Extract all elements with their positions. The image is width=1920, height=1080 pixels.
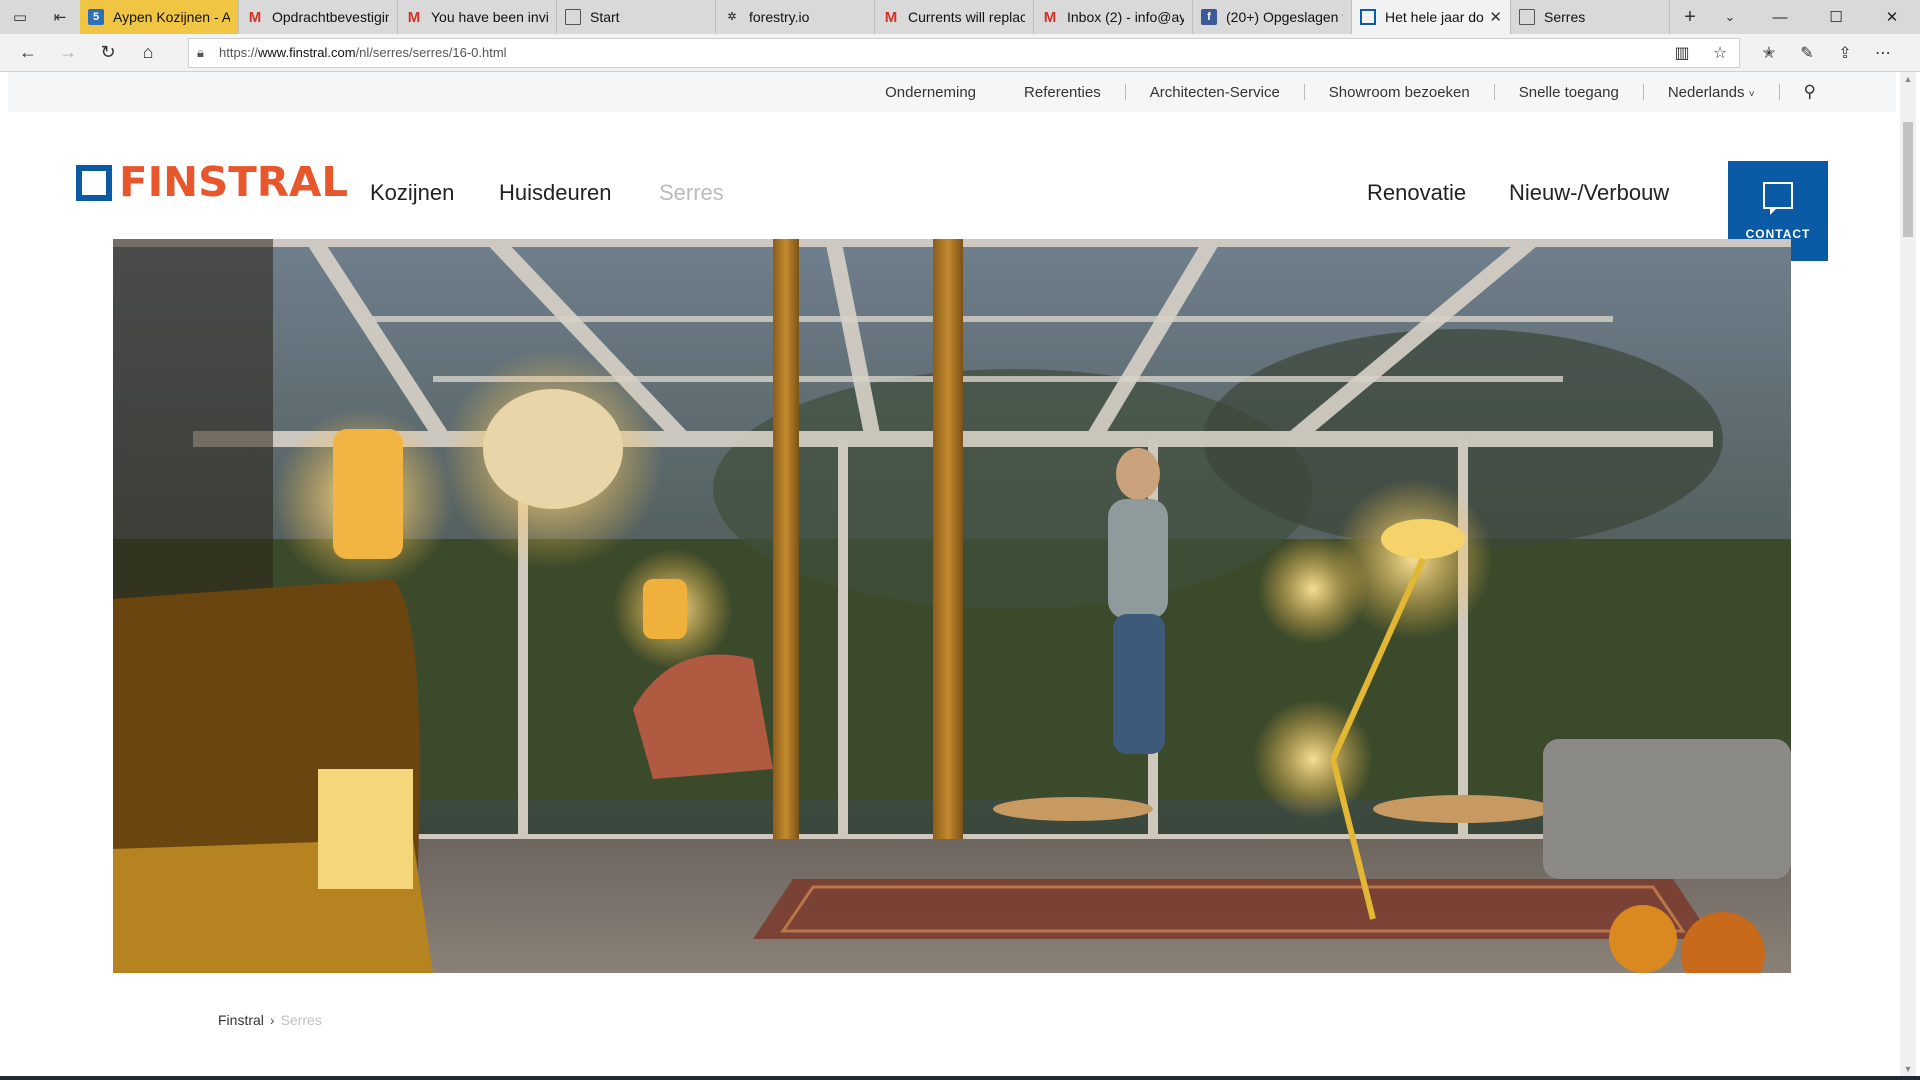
- breadcrumb: Finstral › Serres: [218, 1012, 322, 1028]
- web-note-icon[interactable]: ✎: [1788, 43, 1826, 63]
- logo-wordmark: FINSTRAL: [119, 158, 348, 206]
- tab-title: Inbox (2) - info@ayp: [1067, 9, 1184, 25]
- gmail-icon: M: [248, 8, 262, 26]
- forward-icon[interactable]: →: [48, 34, 88, 72]
- minimize-icon[interactable]: —: [1752, 0, 1808, 34]
- tab-actions-icon[interactable]: ▭: [0, 0, 40, 34]
- new-tab-icon[interactable]: +: [1670, 0, 1710, 34]
- url-input[interactable]: 🔒︎ https://www.finstral.com/nl/serres/se…: [188, 37, 1740, 68]
- tab-title: You have been invite: [431, 9, 548, 25]
- tab-title: Start: [590, 9, 620, 25]
- url-actions: ▥ ☆: [1663, 43, 1739, 63]
- breadcrumb-current: Serres: [280, 1012, 322, 1028]
- share-icon[interactable]: ⇪: [1826, 43, 1864, 63]
- favorites-hub-icon[interactable]: ✭: [1750, 43, 1788, 63]
- tab-title: Serres: [1544, 9, 1586, 25]
- utility-nav-onderneming[interactable]: Onderneming: [861, 84, 1000, 101]
- browser-tab[interactable]: M Opdrachtbevestiging: [239, 0, 398, 34]
- main-nav-kozijnen[interactable]: Kozijnen: [370, 180, 454, 206]
- page-scrollbar[interactable]: ▲ ▼: [1900, 72, 1916, 1076]
- gmail-icon: M: [884, 8, 898, 26]
- main-nav-nieuw-verbouw[interactable]: Nieuw-/Verbouw: [1509, 180, 1669, 206]
- url-path: /nl/serres/serres/16-0.html: [355, 45, 507, 60]
- speech-bubble-icon: [1763, 181, 1793, 215]
- chevron-down-icon: ˅: [1748, 88, 1755, 100]
- refresh-icon[interactable]: ↻: [88, 34, 128, 72]
- taskbar-edge: [0, 1076, 1920, 1080]
- browser-tab[interactable]: Start: [557, 0, 716, 34]
- browser-tab[interactable]: M Currents will replace: [875, 0, 1034, 34]
- maximize-icon[interactable]: ☐: [1808, 0, 1864, 34]
- browser-tab[interactable]: f (20+) Opgeslagen vi: [1193, 0, 1352, 34]
- url-host: www.finstral.com: [258, 45, 356, 60]
- tab-title: Aypen Kozijnen - Ag: [113, 9, 230, 25]
- browser-tab[interactable]: ✲ forestry.io: [716, 0, 875, 34]
- tab-title: Het hele jaar do: [1385, 9, 1484, 25]
- tab-title: Opdrachtbevestiging: [272, 9, 389, 25]
- logo-square: [76, 164, 112, 201]
- close-tab-icon[interactable]: ✕: [1489, 8, 1502, 26]
- hero-image: [113, 239, 1791, 973]
- page-viewport: Onderneming Referenties Architecten-Serv…: [8, 72, 1896, 1076]
- utility-nav-showroom[interactable]: Showroom bezoeken: [1305, 84, 1494, 101]
- utility-nav-referenties[interactable]: Referenties: [1000, 84, 1125, 101]
- window-controls: — ☐ ✕: [1752, 0, 1920, 34]
- scroll-up-icon[interactable]: ▲: [1900, 74, 1916, 84]
- favorite-star-icon[interactable]: ☆: [1701, 43, 1739, 63]
- finstral-logo[interactable]: FINSTRAL: [76, 162, 348, 203]
- utility-nav-snelle-toegang[interactable]: Snelle toegang: [1495, 84, 1643, 101]
- tab-title: forestry.io: [749, 9, 810, 25]
- reading-view-icon[interactable]: ▥: [1663, 43, 1701, 63]
- url-prefix: https://: [219, 45, 259, 60]
- set-aside-tabs-icon[interactable]: ⇤: [40, 0, 80, 34]
- main-nav-huisdeuren[interactable]: Huisdeuren: [499, 180, 612, 206]
- browser-tab-strip: ▭ ⇤ 5 Aypen Kozijnen - Ag M Opdrachtbeve…: [0, 0, 1920, 34]
- page-icon: [565, 9, 581, 25]
- facebook-icon: f: [1201, 9, 1217, 25]
- utility-nav-architecten[interactable]: Architecten-Service: [1126, 84, 1304, 101]
- toolbar-actions: ✭ ✎ ⇪ ⋯: [1750, 43, 1902, 63]
- language-label: Nederlands: [1667, 83, 1745, 101]
- five-icon: 5: [88, 9, 104, 25]
- back-icon[interactable]: ←: [8, 34, 48, 72]
- home-icon[interactable]: ⌂: [128, 34, 168, 72]
- browser-tab[interactable]: M Inbox (2) - info@ayp: [1034, 0, 1193, 34]
- tab-title: (20+) Opgeslagen vi: [1226, 9, 1343, 25]
- breadcrumb-home[interactable]: Finstral: [218, 1012, 264, 1028]
- main-nav-renovatie[interactable]: Renovatie: [1367, 180, 1466, 206]
- address-bar: ← → ↻ ⌂ 🔒︎ https://www.finstral.com/nl/s…: [0, 34, 1920, 72]
- tree-icon: ✲: [727, 10, 737, 23]
- scroll-down-icon[interactable]: ▼: [1900, 1064, 1916, 1074]
- search-icon[interactable]: ⚲: [1780, 82, 1816, 102]
- more-icon[interactable]: ⋯: [1864, 43, 1902, 63]
- browser-tab-active[interactable]: Het hele jaar do ✕: [1352, 0, 1511, 34]
- main-nav-serres[interactable]: Serres: [659, 180, 724, 206]
- browser-tab[interactable]: 5 Aypen Kozijnen - Ag: [80, 0, 239, 34]
- language-selector[interactable]: Nederlands ˅: [1644, 84, 1779, 101]
- browser-tab[interactable]: M You have been invite: [398, 0, 557, 34]
- conservatory-photo: [113, 239, 1791, 973]
- utility-nav: Onderneming Referenties Architecten-Serv…: [8, 72, 1896, 112]
- chevron-right-icon: ›: [269, 1012, 275, 1028]
- page-icon: [1519, 9, 1535, 25]
- finstral-icon: [1360, 9, 1376, 25]
- tab-title: Currents will replace: [908, 9, 1025, 25]
- browser-tab[interactable]: Serres: [1511, 0, 1670, 34]
- lock-icon: 🔒︎: [197, 44, 204, 60]
- close-window-icon[interactable]: ✕: [1864, 0, 1920, 34]
- scroll-thumb[interactable]: [1903, 122, 1913, 237]
- tab-preview-chevron-icon[interactable]: ⌄: [1710, 0, 1750, 34]
- gmail-icon: M: [1043, 8, 1057, 26]
- gmail-icon: M: [407, 8, 421, 26]
